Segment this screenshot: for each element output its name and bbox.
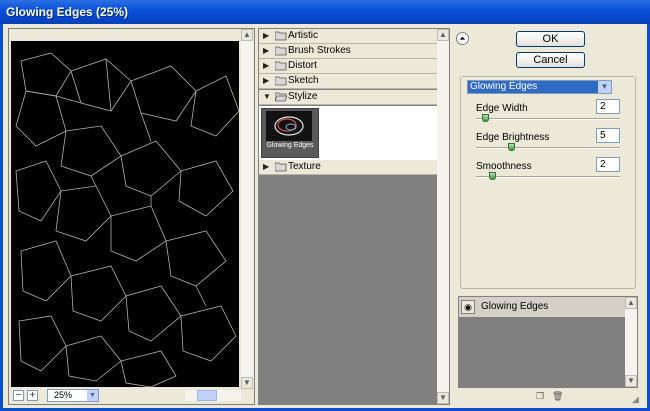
effect-layer-label: Glowing Edges bbox=[481, 301, 549, 312]
category-label: Sketch bbox=[288, 75, 319, 86]
folder-icon bbox=[275, 61, 287, 71]
scroll-down-icon[interactable]: ▼ bbox=[437, 392, 449, 404]
filter-select-value: Glowing Edges bbox=[470, 81, 538, 92]
filter-thumbnail-glowing-edges[interactable]: Glowing Edges bbox=[261, 108, 319, 158]
category-sketch[interactable]: ▶ Sketch bbox=[259, 74, 437, 89]
edge-brightness-slider-track[interactable] bbox=[476, 147, 620, 149]
filter-category-list: ▶ Artistic ▶ Brush Strokes ▶ Distort ▶ S… bbox=[259, 29, 437, 404]
open-folder-icon bbox=[275, 92, 287, 102]
stylize-thumbnails: Glowing Edges bbox=[259, 106, 437, 160]
preview-image[interactable] bbox=[11, 41, 239, 387]
expand-triangle-icon[interactable]: ▶ bbox=[263, 162, 269, 171]
preview-pane: ▲ ▼ − + 25% ▼ bbox=[8, 28, 255, 405]
window-frame-left bbox=[0, 24, 3, 411]
edge-width-field[interactable]: 2 bbox=[596, 99, 620, 114]
filter-list-scrollbar[interactable]: ▲ ▼ bbox=[437, 29, 449, 404]
thumbnail-label: Glowing Edges bbox=[266, 142, 314, 149]
expand-triangle-icon[interactable]: ▶ bbox=[263, 46, 269, 55]
expand-triangle-icon[interactable]: ▶ bbox=[263, 61, 269, 70]
filter-gallery-panel: ▶ Artistic ▶ Brush Strokes ▶ Distort ▶ S… bbox=[258, 28, 450, 405]
category-label: Artistic bbox=[288, 30, 318, 41]
expand-triangle-icon[interactable]: ▶ bbox=[263, 76, 269, 85]
category-artistic[interactable]: ▶ Artistic bbox=[259, 29, 437, 44]
chevron-down-icon[interactable]: ▼ bbox=[598, 81, 611, 93]
glowing-edges-thumbnail-image bbox=[266, 111, 312, 141]
folder-icon bbox=[275, 31, 287, 41]
trash-icon[interactable]: 🗑 bbox=[552, 391, 563, 401]
preview-vertical-scrollbar[interactable]: ▲ ▼ bbox=[241, 29, 253, 389]
preview-horizontal-scrollbar[interactable] bbox=[185, 390, 241, 401]
category-label: Distort bbox=[288, 60, 317, 71]
edge-brightness-label: Edge Brightness bbox=[476, 132, 550, 143]
smoothness-slider-knob[interactable] bbox=[488, 172, 496, 180]
preview-zoom-bar: − + 25% ▼ bbox=[9, 388, 254, 404]
cancel-button[interactable]: Cancel bbox=[516, 52, 585, 68]
effect-layers-panel: ◉ Glowing Edges ▲ ▼ bbox=[458, 296, 638, 388]
scroll-down-icon[interactable]: ▼ bbox=[625, 375, 637, 387]
ok-button[interactable]: OK bbox=[516, 31, 585, 47]
chevron-down-icon[interactable]: ▼ bbox=[87, 390, 98, 401]
folder-icon bbox=[275, 162, 287, 172]
double-chevron-up-icon: ⏶ bbox=[459, 34, 466, 43]
window-title: Glowing Edges (25%) bbox=[6, 5, 129, 19]
zoom-in-button[interactable]: + bbox=[27, 390, 38, 401]
scroll-up-icon[interactable]: ▲ bbox=[241, 29, 253, 41]
category-label: Brush Strokes bbox=[288, 45, 351, 56]
resize-grip-icon[interactable]: ◢ bbox=[632, 394, 644, 406]
category-label: Stylize bbox=[288, 91, 318, 102]
collapse-gallery-button[interactable]: ⏶ bbox=[456, 32, 469, 45]
expand-triangle-icon[interactable]: ▶ bbox=[263, 31, 269, 40]
folder-icon bbox=[275, 76, 287, 86]
category-stylize[interactable]: ▼ Stylize bbox=[259, 90, 437, 105]
zoom-value: 25% bbox=[54, 390, 73, 400]
glowing-edges-preview bbox=[15, 52, 239, 387]
eye-icon[interactable]: ◉ bbox=[461, 300, 475, 314]
scroll-up-icon[interactable]: ▲ bbox=[437, 29, 449, 41]
zoom-out-button[interactable]: − bbox=[13, 390, 24, 401]
collapse-triangle-icon[interactable]: ▼ bbox=[263, 92, 271, 101]
smoothness-slider-track[interactable] bbox=[476, 176, 620, 178]
category-distort[interactable]: ▶ Distort bbox=[259, 59, 437, 74]
edge-width-label: Edge Width bbox=[476, 103, 528, 114]
edge-width-slider-knob[interactable] bbox=[482, 114, 489, 122]
effect-layer-row[interactable]: ◉ Glowing Edges bbox=[459, 297, 625, 318]
category-texture[interactable]: ▶ Texture bbox=[259, 160, 437, 175]
category-brush-strokes[interactable]: ▶ Brush Strokes bbox=[259, 44, 437, 59]
edge-width-slider-track[interactable] bbox=[476, 118, 620, 120]
dialog-window: Glowing Edges (25%) ▲ ▼ − + 25% ▼ ▶ Arti… bbox=[0, 0, 650, 411]
category-label: Texture bbox=[288, 161, 321, 172]
layers-scrollbar[interactable]: ▲ ▼ bbox=[625, 297, 637, 387]
scroll-up-icon[interactable]: ▲ bbox=[625, 297, 637, 309]
folder-icon bbox=[275, 46, 287, 56]
title-bar[interactable]: Glowing Edges (25%) bbox=[0, 0, 650, 24]
smoothness-label: Smoothness bbox=[476, 161, 532, 172]
zoom-select[interactable]: 25% ▼ bbox=[47, 389, 99, 402]
filter-select[interactable]: Glowing Edges ▼ bbox=[467, 80, 612, 94]
edge-brightness-field[interactable]: 5 bbox=[596, 128, 620, 143]
edge-brightness-slider-knob[interactable] bbox=[508, 143, 516, 151]
smoothness-field[interactable]: 2 bbox=[596, 157, 620, 172]
scroll-thumb[interactable] bbox=[197, 390, 217, 401]
new-effect-layer-icon[interactable]: ❐ bbox=[535, 391, 545, 401]
